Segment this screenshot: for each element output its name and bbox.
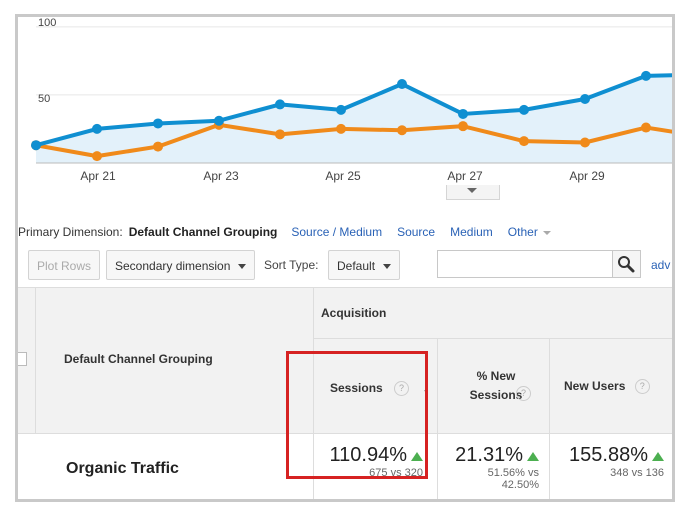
data-point bbox=[92, 123, 102, 134]
new-users-cell: 155.88% 348 vs 136 bbox=[550, 434, 672, 499]
dropdown-arrow-icon bbox=[383, 264, 392, 270]
plot-rows-button[interactable]: Plot Rows bbox=[28, 250, 101, 280]
dimension-link-medium[interactable]: Medium bbox=[450, 225, 493, 239]
sort-type-dropdown[interactable]: Default bbox=[328, 250, 401, 280]
new-users-header-label: New Users bbox=[564, 379, 626, 393]
primary-dimension-label: Primary Dimension: bbox=[18, 225, 123, 239]
data-point bbox=[580, 137, 590, 148]
increase-arrow-icon bbox=[527, 452, 539, 462]
chart-resize-handle[interactable] bbox=[446, 185, 500, 200]
help-icon[interactable]: ? bbox=[634, 379, 650, 395]
sessions-chart: 100 50 Apr 21 Apr 23 Apr 25 Apr 27 Apr 2… bbox=[18, 17, 672, 207]
sort-type-value: Default bbox=[337, 259, 376, 273]
data-point bbox=[641, 70, 651, 81]
x-tick-label: Apr 23 bbox=[203, 169, 239, 183]
new-sessions-column-header[interactable]: % New Sessions? bbox=[438, 339, 550, 433]
secondary-dimension-dropdown[interactable]: Secondary dimension bbox=[106, 250, 256, 280]
data-point bbox=[641, 122, 651, 133]
data-point bbox=[336, 104, 346, 115]
table-search-input[interactable] bbox=[437, 250, 613, 278]
select-column-header bbox=[18, 287, 36, 433]
sort-type-label: Sort Type: bbox=[264, 258, 319, 272]
data-point bbox=[275, 99, 285, 110]
highlight-annotation-box bbox=[286, 351, 428, 479]
acquisition-group-header: Acquisition bbox=[314, 287, 672, 339]
new-sessions-cell: 21.31% 51.56% vs 42.50% bbox=[438, 434, 550, 499]
data-point bbox=[397, 79, 407, 90]
secondary-dimension-label: Secondary dimension bbox=[115, 259, 231, 273]
search-button[interactable] bbox=[613, 250, 641, 278]
dimension-column-header[interactable]: Default Channel Grouping bbox=[36, 287, 314, 433]
increase-arrow-icon bbox=[652, 452, 664, 462]
dimension-link-other[interactable]: Other bbox=[507, 225, 552, 239]
new-users-change: 155.88% bbox=[569, 444, 648, 466]
new-sessions-change: 21.31% bbox=[455, 444, 523, 466]
magnifier-icon bbox=[618, 256, 635, 273]
x-tick-label: Apr 25 bbox=[325, 169, 361, 183]
channel-name[interactable]: Organic Traffic bbox=[36, 434, 314, 499]
data-point bbox=[519, 136, 529, 147]
advanced-link[interactable]: adv bbox=[651, 258, 670, 272]
data-point bbox=[397, 125, 407, 136]
x-tick-label: Apr 21 bbox=[80, 169, 116, 183]
data-point bbox=[153, 141, 163, 152]
caret-down-icon bbox=[543, 230, 552, 235]
primary-dimension-bar: Primary Dimension: Default Channel Groupi… bbox=[18, 225, 566, 239]
data-point bbox=[458, 108, 468, 119]
data-point bbox=[275, 129, 285, 140]
new-users-compare: 348 vs 136 bbox=[610, 467, 664, 479]
data-point bbox=[153, 118, 163, 129]
x-tick-label: Apr 27 bbox=[447, 169, 483, 183]
data-point bbox=[92, 151, 102, 162]
table-toolbar: Plot Rows Secondary dimension Sort Type:… bbox=[18, 249, 672, 285]
data-point bbox=[31, 140, 41, 151]
dimension-link-source[interactable]: Source bbox=[397, 225, 435, 239]
data-point bbox=[214, 115, 224, 126]
data-point bbox=[580, 93, 590, 104]
dimension-link-other-label: Other bbox=[507, 225, 538, 239]
new-users-column-header[interactable]: New Users ? bbox=[550, 339, 672, 433]
y-tick-label: 100 bbox=[38, 17, 57, 29]
x-tick-label: Apr 29 bbox=[569, 169, 605, 183]
select-all-checkbox[interactable] bbox=[18, 352, 27, 366]
new-sessions-compare-prev: 42.50% bbox=[501, 479, 539, 491]
new-sessions-compare: 51.56% vs bbox=[487, 467, 539, 479]
chevron-down-icon bbox=[467, 188, 477, 193]
dimension-link-source-medium[interactable]: Source / Medium bbox=[291, 225, 382, 239]
data-point bbox=[336, 123, 346, 134]
data-point bbox=[458, 121, 468, 132]
primary-dimension-current: Default Channel Grouping bbox=[128, 225, 278, 239]
data-point bbox=[519, 104, 529, 115]
y-tick-label: 50 bbox=[38, 93, 51, 105]
dropdown-arrow-icon bbox=[238, 264, 247, 270]
